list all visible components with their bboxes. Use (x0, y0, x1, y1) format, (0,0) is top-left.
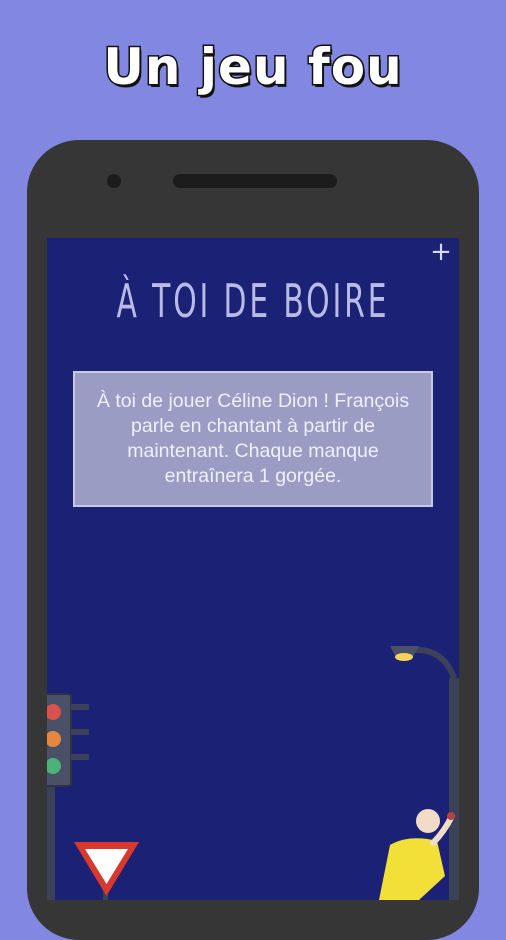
phone-camera (107, 174, 121, 188)
yield-sign-icon (74, 842, 139, 900)
phone-speaker (173, 174, 337, 188)
drunk-person-icon (379, 809, 455, 900)
street-scene (47, 646, 459, 900)
traffic-light-icon (47, 693, 89, 900)
promo-headline: Un jeu fou (102, 37, 403, 98)
app-screen: + À TOI DE BOIRE À toi de jouer Céline D… (47, 238, 459, 900)
